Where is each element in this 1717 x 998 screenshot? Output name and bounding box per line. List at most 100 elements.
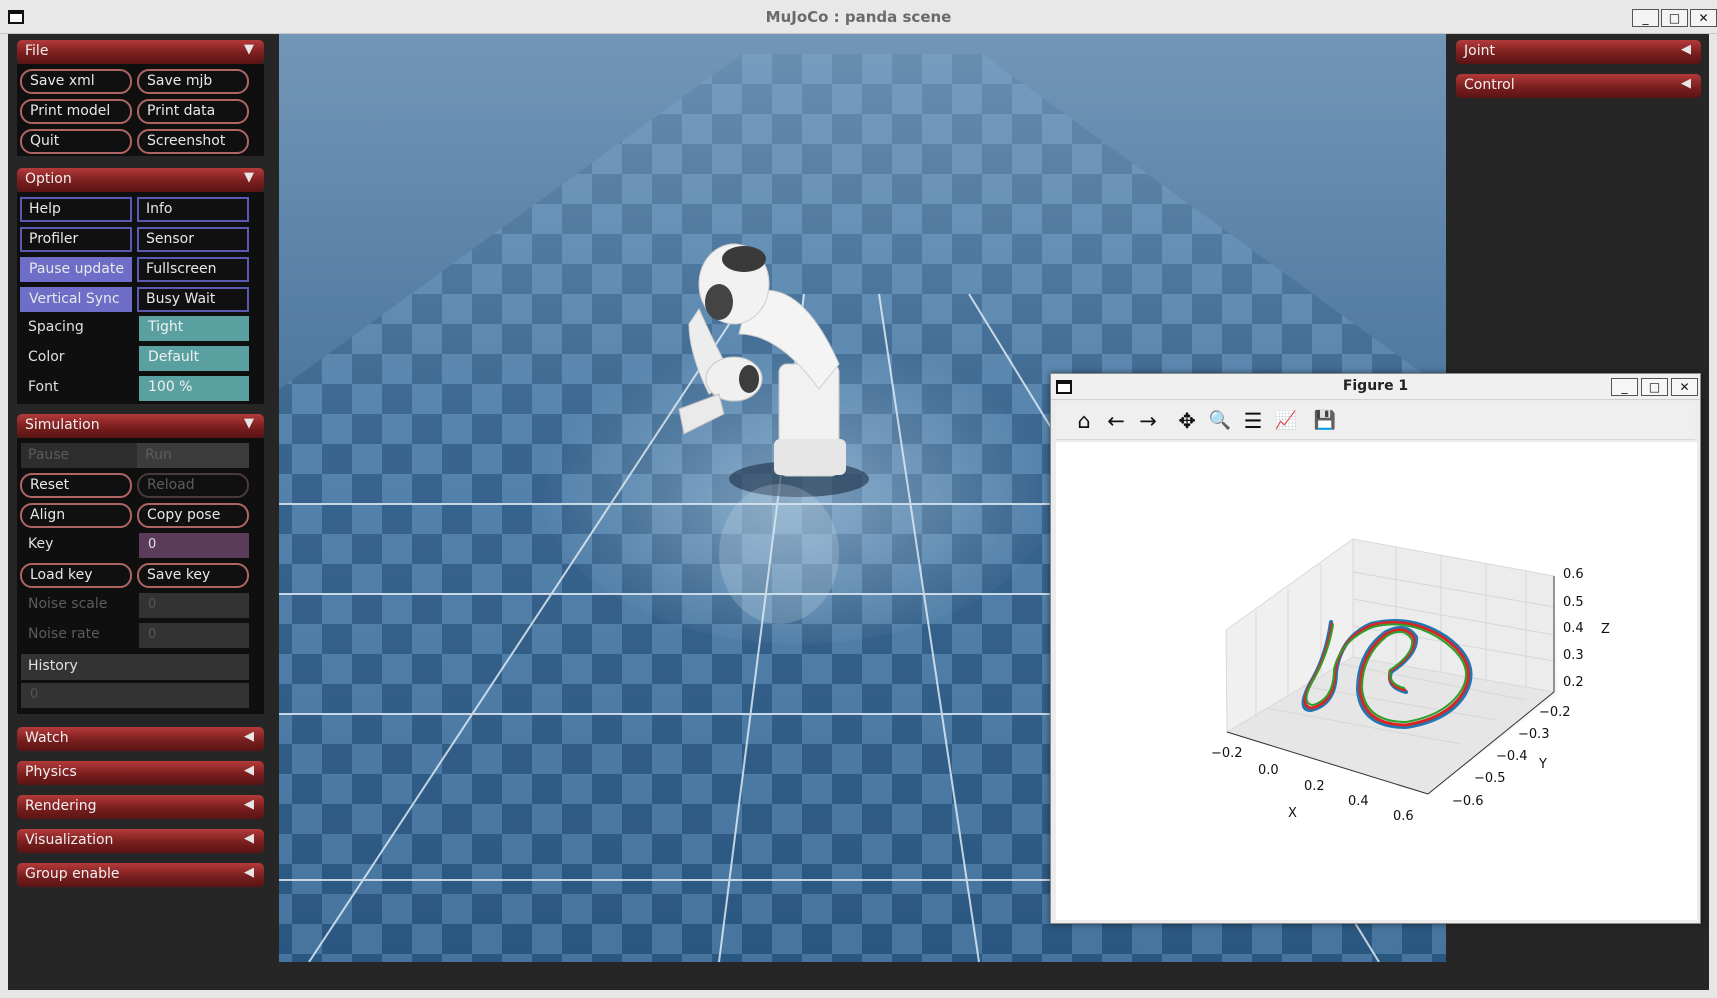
close-button[interactable]: ✕	[1690, 9, 1717, 27]
figure-close-button[interactable]: ✕	[1671, 378, 1698, 396]
key-field[interactable]: 0	[139, 533, 249, 558]
section-simulation-body: Pause Run Reset Reload Align Copy pose K…	[17, 438, 264, 714]
section-title: Visualization	[25, 832, 114, 848]
align-button[interactable]: Align	[20, 503, 132, 528]
expand-arrow-icon: ◀	[244, 763, 254, 778]
figure-canvas[interactable]: −0.2 0.0 0.2 0.4 0.6 X −0.2 −0.3 −0.4 −0…	[1056, 442, 1697, 920]
forward-icon[interactable]: →	[1135, 409, 1161, 433]
section-option-header[interactable]: Option ▼	[17, 168, 264, 192]
run-option[interactable]: Run	[145, 447, 172, 463]
x-tick: 0.2	[1304, 779, 1325, 794]
z-tick: 0.3	[1563, 648, 1584, 663]
section-joint-header[interactable]: Joint ◀	[1456, 40, 1701, 64]
z-tick: 0.4	[1563, 621, 1584, 636]
scene-bottom-bar	[279, 962, 1446, 990]
font-label: Font	[28, 379, 59, 395]
save-xml-button[interactable]: Save xml	[20, 69, 132, 94]
section-visualization-header[interactable]: Visualization ◀	[17, 829, 264, 853]
expand-arrow-icon: ◀	[1681, 42, 1691, 57]
back-icon[interactable]: ←	[1103, 409, 1129, 433]
info-toggle[interactable]: Info	[137, 197, 249, 222]
sensor-toggle[interactable]: Sensor	[137, 227, 249, 252]
busy-wait-toggle[interactable]: Busy Wait	[137, 287, 249, 312]
expand-arrow-icon: ◀	[244, 729, 254, 744]
pause-update-toggle[interactable]: Pause update	[20, 257, 132, 282]
collapse-arrow-icon: ▼	[244, 42, 254, 57]
screenshot-button[interactable]: Screenshot	[137, 129, 249, 154]
quit-button[interactable]: Quit	[20, 129, 132, 154]
section-file-body: Save xml Save mjb Print model Print data…	[17, 64, 264, 156]
z-tick: 0.2	[1563, 675, 1584, 690]
key-label: Key	[28, 536, 54, 552]
section-group-enable-header[interactable]: Group enable ◀	[17, 863, 264, 887]
vertical-sync-toggle[interactable]: Vertical Sync	[20, 287, 132, 312]
figure-titlebar[interactable]: Figure 1 _ □ ✕	[1051, 374, 1700, 400]
z-tick: 0.5	[1563, 595, 1584, 610]
y-axis-label: Y	[1538, 757, 1547, 772]
noise-scale-field[interactable]: 0	[139, 593, 249, 618]
section-title: Simulation	[25, 417, 100, 433]
history-slider[interactable]: 0	[21, 683, 249, 708]
figure-minimize-button[interactable]: _	[1611, 378, 1638, 396]
x-tick: 0.6	[1393, 809, 1414, 824]
y-tick: −0.5	[1474, 771, 1506, 786]
figure-maximize-button[interactable]: □	[1641, 378, 1668, 396]
window-title: MuJoCo : panda scene	[765, 8, 952, 26]
section-title: Rendering	[25, 798, 97, 814]
home-icon[interactable]: ⌂	[1071, 409, 1097, 433]
print-model-button[interactable]: Print model	[20, 99, 132, 124]
z-tick-labels: 0.6 0.5 0.4 0.3 0.2	[1563, 567, 1584, 690]
spacing-label: Spacing	[28, 319, 84, 335]
section-title: Joint	[1464, 43, 1495, 59]
spacing-select[interactable]: Tight	[139, 316, 249, 341]
section-title: File	[25, 43, 49, 59]
x-axis-label: X	[1288, 806, 1297, 821]
section-watch-header[interactable]: Watch ◀	[17, 727, 264, 751]
fullscreen-toggle[interactable]: Fullscreen	[137, 257, 249, 282]
load-key-button[interactable]: Load key	[20, 563, 132, 588]
save-icon[interactable]: 💾	[1312, 409, 1338, 433]
zoom-icon[interactable]: 🔍	[1207, 409, 1233, 433]
section-title: Group enable	[25, 866, 120, 882]
history-label: History	[28, 658, 78, 674]
x-tick: 0.4	[1348, 794, 1369, 809]
section-simulation-header[interactable]: Simulation ▼	[17, 414, 264, 438]
noise-rate-field[interactable]: 0	[139, 623, 249, 648]
edit-axis-icon[interactable]: 📈	[1273, 409, 1299, 433]
section-option-body: Help Info Profiler Sensor Pause update F…	[17, 192, 264, 404]
subplots-icon[interactable]: ☰	[1240, 409, 1266, 433]
figure-window[interactable]: Figure 1 _ □ ✕ ⌂ ← → ✥ 🔍 ☰ 📈 💾 −0.2 0.0 …	[1050, 373, 1701, 924]
section-physics-header[interactable]: Physics ◀	[17, 761, 264, 785]
color-select[interactable]: Default	[139, 346, 249, 371]
x-tick: −0.2	[1211, 746, 1243, 761]
x-tick: 0.0	[1258, 763, 1279, 778]
section-rendering-header[interactable]: Rendering ◀	[17, 795, 264, 819]
y-tick: −0.2	[1539, 705, 1571, 720]
minimize-button[interactable]: _	[1632, 9, 1659, 27]
reset-button[interactable]: Reset	[20, 473, 132, 498]
noise-scale-label: Noise scale	[28, 596, 108, 612]
expand-arrow-icon: ◀	[1681, 76, 1691, 91]
help-toggle[interactable]: Help	[20, 197, 132, 222]
save-key-button[interactable]: Save key	[137, 563, 249, 588]
maximize-button[interactable]: □	[1661, 9, 1688, 27]
expand-arrow-icon: ◀	[244, 865, 254, 880]
section-title: Physics	[25, 764, 77, 780]
pan-icon[interactable]: ✥	[1174, 409, 1200, 433]
font-select[interactable]: 100 %	[139, 376, 249, 401]
figure-title: Figure 1	[1342, 378, 1409, 394]
save-mjb-button[interactable]: Save mjb	[137, 69, 249, 94]
copy-pose-button[interactable]: Copy pose	[137, 503, 249, 528]
section-file-header[interactable]: File ▼	[17, 40, 264, 64]
section-control-header[interactable]: Control ◀	[1456, 74, 1701, 98]
section-title: Option	[25, 171, 72, 187]
reload-button[interactable]: Reload	[137, 473, 249, 498]
window-titlebar: MuJoCo : panda scene _ □ ✕	[0, 0, 1717, 34]
figure-toolbar: ⌂ ← → ✥ 🔍 ☰ 📈 💾	[1056, 402, 1695, 440]
print-data-button[interactable]: Print data	[137, 99, 249, 124]
pause-option[interactable]: Pause	[28, 447, 69, 463]
noise-rate-label: Noise rate	[28, 626, 100, 642]
color-label: Color	[28, 349, 65, 365]
y-tick: −0.3	[1518, 727, 1550, 742]
profiler-toggle[interactable]: Profiler	[20, 227, 132, 252]
